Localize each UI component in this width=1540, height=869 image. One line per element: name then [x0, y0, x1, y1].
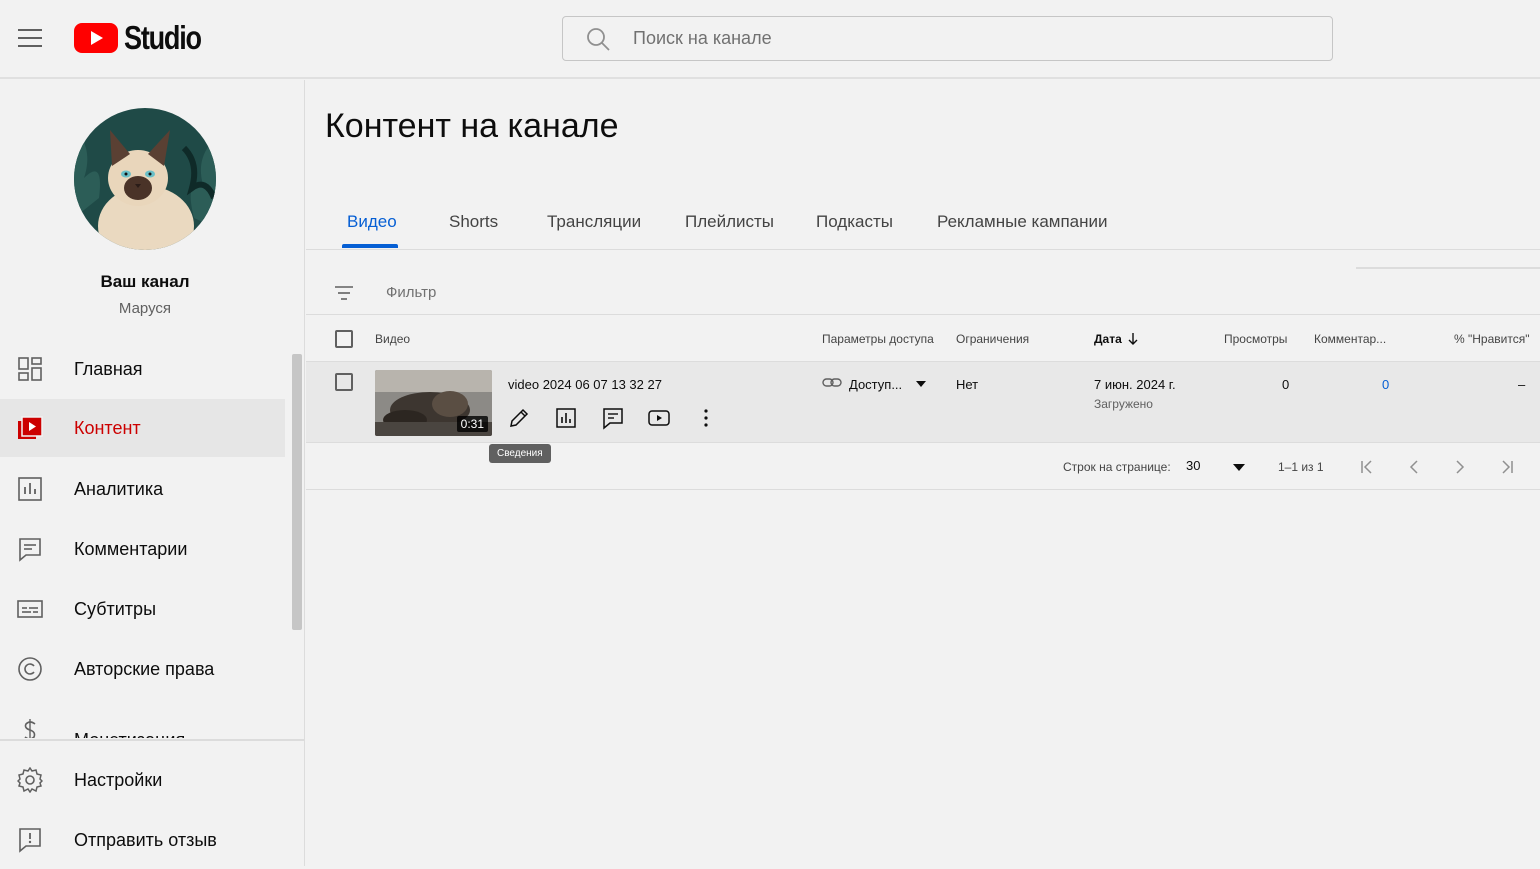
analytics-icon[interactable]: [554, 406, 578, 430]
tab-playlists[interactable]: Плейлисты: [685, 212, 774, 232]
tab-podcasts[interactable]: Подкасты: [816, 212, 893, 232]
filter-input[interactable]: Фильтр: [386, 284, 436, 301]
column-likes: % "Нравится": [1454, 332, 1530, 346]
visibility-value[interactable]: Доступ...: [849, 377, 902, 392]
channel-avatar[interactable]: [74, 108, 216, 250]
chevron-down-icon[interactable]: [916, 381, 926, 387]
channel-handle: Маруся: [118, 300, 172, 317]
sidebar-item-label: Отправить отзыв: [74, 829, 217, 850]
likes-value: –: [1518, 377, 1526, 392]
search-icon[interactable]: [585, 26, 611, 52]
first-page-icon[interactable]: [1356, 456, 1378, 478]
column-comments: Комментар...: [1314, 332, 1387, 346]
tab-promotions[interactable]: Рекламные кампании: [937, 212, 1108, 232]
link-icon: [822, 378, 842, 387]
sidebar-item-copyright[interactable]: Авторские права: [0, 640, 285, 698]
sidebar-item-label: Главная: [74, 358, 143, 379]
sidebar-item-feedback[interactable]: Отправить отзыв: [0, 811, 285, 869]
views-value: 0: [1282, 377, 1290, 392]
column-video: Видео: [375, 332, 411, 346]
rows-per-page-label: Строк на странице:: [1063, 460, 1171, 474]
page-range: 1–1 из 1: [1278, 460, 1324, 474]
select-all-checkbox[interactable]: [335, 330, 353, 348]
top-bar: Studio: [0, 0, 1540, 79]
sidebar-divider: [0, 739, 304, 741]
sidebar-item-label: Авторские права: [74, 658, 215, 679]
sidebar-item-label: Аналитика: [74, 478, 164, 499]
column-date[interactable]: Дата: [1094, 332, 1122, 346]
video-duration: 0:31: [456, 416, 488, 432]
table-row[interactable]: 0:31 video 2024 06 07 13 32 27 Доступ...…: [306, 362, 1540, 443]
search-input[interactable]: [633, 25, 1313, 51]
row-checkbox[interactable]: [335, 373, 353, 391]
content-icon: [18, 416, 43, 439]
sidebar-item-label: Монетизация: [74, 730, 185, 738]
youtube-logo-icon: [74, 23, 118, 53]
content-tabs: Видео Shorts Трансляции Плейлисты Подкас…: [306, 200, 1540, 250]
next-page-icon[interactable]: [1449, 456, 1471, 478]
more-options-icon[interactable]: [694, 406, 718, 430]
sort-down-arrow-icon[interactable]: [1126, 332, 1140, 346]
search-box[interactable]: [562, 16, 1333, 61]
sidebar-item-label: Настройки: [74, 769, 163, 790]
tooltip: Сведения: [489, 444, 551, 463]
dashboard-icon: [18, 357, 42, 381]
subtitles-icon: [17, 600, 43, 618]
filter-icon[interactable]: [334, 284, 354, 302]
last-page-icon[interactable]: [1496, 456, 1518, 478]
sidebar-item-comments[interactable]: Комментарии: [0, 520, 285, 578]
sidebar-scrollbar[interactable]: [292, 352, 302, 740]
gear-icon: [17, 767, 43, 793]
scrollbar-thumb[interactable]: [292, 354, 302, 630]
column-views: Просмотры: [1224, 332, 1288, 346]
column-restrictions: Ограничения: [956, 332, 1030, 346]
restrictions-value: Нет: [956, 377, 979, 392]
tab-videos[interactable]: Видео: [347, 212, 397, 232]
youtube-studio-logo[interactable]: Studio: [74, 19, 218, 56]
copyright-icon: [18, 657, 42, 681]
sidebar-item-dashboard[interactable]: Главная: [0, 340, 285, 398]
previous-page-icon[interactable]: [1403, 456, 1425, 478]
monetization-icon: [24, 719, 36, 738]
sidebar-item-settings[interactable]: Настройки: [0, 751, 285, 809]
comments-icon[interactable]: [601, 406, 625, 430]
sidebar-item-label: Комментарии: [74, 538, 188, 559]
comments-value[interactable]: 0: [1382, 377, 1389, 392]
sidebar-item-monetization[interactable]: Монетизация: [0, 700, 285, 738]
date-status: Загружено: [1094, 397, 1153, 411]
rows-per-page-select[interactable]: 30: [1186, 458, 1246, 476]
table-header: Видео Параметры доступа Ограничения Дата…: [306, 316, 1540, 362]
cat-avatar-image: [74, 108, 216, 250]
sidebar-item-analytics[interactable]: Аналитика: [0, 460, 285, 518]
sidebar-item-content[interactable]: Контент: [0, 399, 285, 457]
channel-name: Ваш канал: [100, 272, 190, 291]
sidebar-item-subtitles[interactable]: Субтитры: [0, 580, 285, 638]
youtube-play-icon[interactable]: [647, 406, 671, 430]
column-visibility: Параметры доступа: [822, 332, 934, 346]
filter-bar[interactable]: Фильтр: [306, 270, 1540, 315]
tab-live[interactable]: Трансляции: [547, 212, 641, 232]
sidebar: Ваш канал Маруся Главная Контент Аналити…: [0, 80, 305, 866]
date-value: 7 июн. 2024 г.: [1094, 377, 1176, 392]
sidebar-item-label: Контент: [74, 417, 141, 438]
menu-icon[interactable]: [14, 22, 46, 54]
sidebar-item-label: Субтитры: [74, 598, 157, 619]
logo-text: Studio: [124, 19, 202, 56]
rows-per-page-value: 30: [1186, 458, 1201, 473]
active-tab-indicator: [342, 244, 398, 248]
chevron-down-icon: [1233, 464, 1245, 471]
analytics-icon: [18, 477, 42, 501]
main-content: Контент на канале Видео Shorts Трансляци…: [306, 80, 1540, 866]
page-title: Контент на канале: [325, 107, 619, 145]
comments-icon: [19, 538, 41, 562]
video-title[interactable]: video 2024 06 07 13 32 27: [508, 377, 662, 392]
video-thumbnail[interactable]: 0:31: [375, 370, 492, 436]
feedback-icon: [19, 828, 41, 853]
tab-shorts[interactable]: Shorts: [449, 212, 498, 232]
divider: [1356, 267, 1540, 269]
edit-icon[interactable]: [507, 406, 531, 430]
